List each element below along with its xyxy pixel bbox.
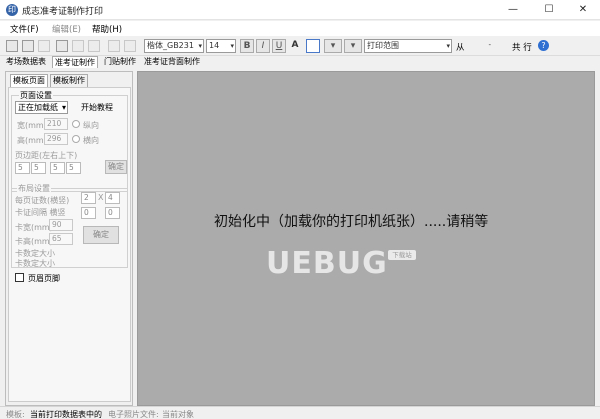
header-footer-label: 页眉页脚 bbox=[28, 274, 60, 283]
layout-confirm-button[interactable]: 确定 bbox=[83, 226, 119, 244]
page-confirm-button[interactable]: 确定 bbox=[105, 160, 127, 174]
from-label: 从 bbox=[456, 43, 465, 53]
status-photo-file: 电子照片文件: bbox=[108, 410, 159, 419]
height-label: 高(mm) bbox=[17, 136, 47, 145]
gap-v-spinner[interactable]: 0 bbox=[105, 207, 120, 219]
total-label: 共 行 bbox=[512, 43, 532, 53]
per-page-label: 每页证数(横竖) bbox=[15, 196, 70, 205]
watermark-logo: UEBUG bbox=[266, 246, 388, 281]
template-page-content: 页面设置 正在加载纸 ▾ 开始教程 宽(mm) 210 纵向 高(mm) 296 … bbox=[8, 87, 131, 402]
italic-button[interactable]: I bbox=[256, 39, 270, 53]
print-range-select[interactable]: 打印范围 ▾ bbox=[364, 39, 452, 53]
menu-help[interactable]: 帮助(H) bbox=[92, 23, 122, 35]
margin-left-spinner[interactable]: 5 bbox=[15, 162, 30, 174]
paste-icon[interactable] bbox=[124, 40, 136, 52]
status-template: 模板: bbox=[6, 410, 25, 419]
paper-width-input[interactable]: 210 bbox=[44, 118, 68, 130]
times-label: X bbox=[98, 193, 104, 202]
new-icon[interactable] bbox=[6, 40, 18, 52]
paper-select[interactable]: 正在加载纸 ▾ bbox=[15, 101, 68, 114]
app-logo-icon: 印 bbox=[6, 4, 18, 16]
print-preview-icon[interactable] bbox=[72, 40, 84, 52]
subtab-template-page[interactable]: 模板页面 bbox=[10, 74, 48, 87]
line-style-icon[interactable]: ▾ bbox=[324, 39, 342, 53]
chevron-down-icon: ▾ bbox=[198, 42, 202, 50]
loading-message: 初始化中（加载你的打印机纸张）.....请稍等 bbox=[214, 214, 489, 230]
window-title: 成志准考证制作打印 bbox=[22, 7, 104, 17]
menu-file[interactable]: 文件(F) bbox=[10, 23, 39, 35]
copy-icon[interactable] bbox=[108, 40, 120, 52]
margin-bottom-spinner[interactable]: 5 bbox=[66, 162, 81, 174]
margin-label: 页边距(左右上下) bbox=[15, 151, 78, 160]
chevron-down-icon: ▾ bbox=[446, 42, 450, 50]
help-icon[interactable]: ? bbox=[538, 40, 549, 51]
from-field[interactable]: - bbox=[470, 39, 492, 53]
maximize-button[interactable]: ☐ bbox=[532, 0, 566, 20]
fixed-size-label-2: 卡数定大小 bbox=[15, 259, 55, 268]
watermark-tag: 下载站 bbox=[388, 250, 416, 260]
bold-button[interactable]: B bbox=[240, 39, 254, 53]
layout-settings-title: 布局设置 bbox=[17, 183, 51, 194]
paper-height-input[interactable]: 296 bbox=[44, 133, 68, 145]
status-current-object: 当前对象 bbox=[162, 410, 194, 419]
print-range-value: 打印范围 bbox=[367, 41, 399, 50]
left-panel: 模板页面 模板制作 页面设置 正在加载纸 ▾ 开始教程 宽(mm) 210 纵向 … bbox=[5, 71, 133, 406]
status-current-data: 当前打印数据表中的 bbox=[30, 410, 102, 419]
minimize-button[interactable]: — bbox=[496, 0, 530, 20]
margin-top-spinner[interactable]: 5 bbox=[50, 162, 65, 174]
start-tutorial-link[interactable]: 开始教程 bbox=[81, 102, 113, 113]
close-button[interactable]: ✕ bbox=[566, 0, 600, 20]
chevron-down-icon: ▾ bbox=[61, 103, 66, 112]
preview-canvas[interactable]: 初始化中（加载你的打印机纸张）.....请稍等 UEBUG 下载站 bbox=[137, 71, 595, 406]
toolbar: 楷体_GB231 ▾ 14 ▾ B I U A ▾ ▾ 打印范围 ▾ 从 - 共 行 … bbox=[0, 36, 600, 56]
main-tabs: 考场数据表 准考证制作 门贴制作 准考证背面制作 bbox=[0, 56, 600, 68]
chevron-down-icon: - bbox=[488, 41, 491, 49]
print-icon[interactable] bbox=[88, 40, 100, 52]
width-label: 宽(mm) bbox=[17, 121, 47, 130]
fill-color-swatch[interactable] bbox=[306, 39, 320, 53]
margin-right-spinner[interactable]: 5 bbox=[31, 162, 46, 174]
landscape-label: 横向 bbox=[83, 136, 99, 145]
card-width-label: 卡宽(mm) bbox=[15, 223, 53, 232]
tab-ticket-back[interactable]: 准考证背面制作 bbox=[142, 56, 202, 68]
chevron-down-icon: ▾ bbox=[230, 42, 234, 50]
page-settings-title: 页面设置 bbox=[19, 90, 53, 101]
card-width-input[interactable]: 90 bbox=[49, 219, 73, 231]
font-name-value: 楷体_GB231 bbox=[147, 41, 194, 50]
align-icon[interactable]: ▾ bbox=[344, 39, 362, 53]
title-bar: 印 成志准考证制作打印 — ☐ ✕ bbox=[0, 0, 600, 20]
open-icon[interactable] bbox=[22, 40, 34, 52]
font-name-select[interactable]: 楷体_GB231 ▾ bbox=[144, 39, 204, 53]
tab-exam-data[interactable]: 考场数据表 bbox=[4, 56, 48, 68]
landscape-radio[interactable] bbox=[72, 135, 80, 143]
open-folder-icon[interactable] bbox=[38, 40, 50, 52]
header-footer-checkbox[interactable] bbox=[15, 273, 24, 282]
cols-spinner[interactable]: 2 bbox=[81, 192, 96, 204]
status-bar: 模板: 当前打印数据表中的 电子照片文件: 当前对象 bbox=[0, 406, 600, 419]
menu-bar: 文件(F) 编辑(E) 帮助(H) bbox=[0, 21, 600, 36]
card-height-input[interactable]: 65 bbox=[49, 233, 73, 245]
font-color-button[interactable]: A bbox=[288, 39, 302, 53]
tab-ticket-make[interactable]: 准考证制作 bbox=[52, 56, 98, 68]
menu-edit[interactable]: 编辑(E) bbox=[52, 23, 81, 35]
tab-door-label[interactable]: 门贴制作 bbox=[102, 56, 138, 68]
underline-button[interactable]: U bbox=[272, 39, 286, 53]
portrait-radio[interactable] bbox=[72, 120, 80, 128]
save-icon[interactable] bbox=[56, 40, 68, 52]
card-height-label: 卡高(mm) bbox=[15, 237, 53, 246]
font-size-value: 14 bbox=[209, 41, 220, 50]
portrait-label: 纵向 bbox=[83, 121, 99, 130]
card-spacing-label: 卡证间隔 横竖 bbox=[15, 208, 66, 217]
paper-select-value: 正在加载纸 bbox=[18, 103, 58, 112]
font-size-select[interactable]: 14 ▾ bbox=[206, 39, 236, 53]
gap-h-spinner[interactable]: 0 bbox=[81, 207, 96, 219]
rows-spinner[interactable]: 4 bbox=[105, 192, 120, 204]
subtab-template-make[interactable]: 模板制作 bbox=[50, 74, 88, 87]
